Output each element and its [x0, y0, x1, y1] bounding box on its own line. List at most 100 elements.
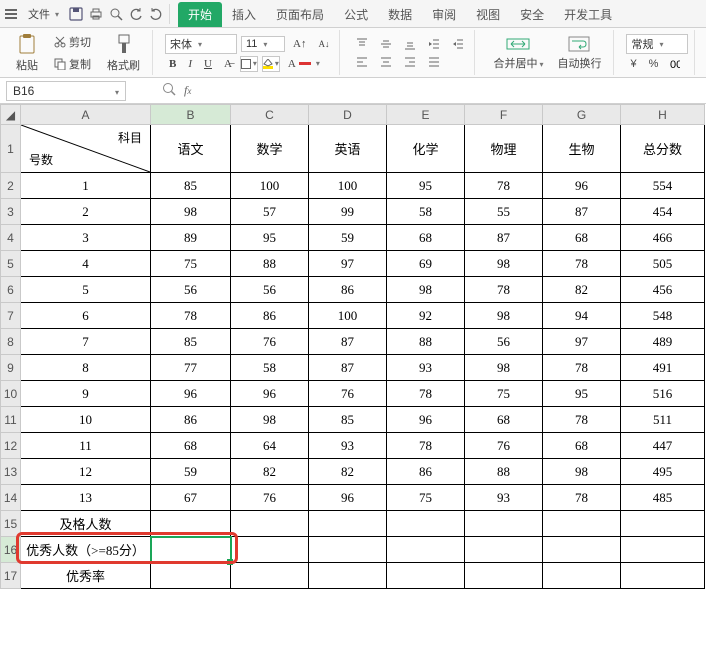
footer-label[interactable]: 及格人数 — [21, 511, 151, 537]
tab-插入[interactable]: 插入 — [222, 2, 266, 27]
row-header-3[interactable]: 3 — [1, 199, 21, 225]
data-cell[interactable]: 68 — [151, 433, 231, 459]
data-cell[interactable]: 98 — [465, 355, 543, 381]
data-cell[interactable]: 88 — [465, 459, 543, 485]
row-header-6[interactable]: 6 — [1, 277, 21, 303]
align-top-icon[interactable] — [352, 36, 372, 52]
row-header-11[interactable]: 11 — [1, 407, 21, 433]
data-cell[interactable]: 78 — [543, 251, 621, 277]
data-cell[interactable]: 56 — [231, 277, 309, 303]
id-cell[interactable]: 8 — [21, 355, 151, 381]
data-cell[interactable]: 98 — [465, 303, 543, 329]
row-header-12[interactable]: 12 — [1, 433, 21, 459]
footer-cell[interactable] — [309, 537, 387, 563]
data-cell[interactable]: 76 — [231, 485, 309, 511]
data-cell[interactable]: 78 — [543, 355, 621, 381]
data-cell[interactable]: 86 — [309, 277, 387, 303]
fill-color-button[interactable] — [262, 56, 280, 72]
data-cell[interactable]: 75 — [151, 251, 231, 277]
data-cell[interactable]: 87 — [309, 355, 387, 381]
data-cell[interactable]: 87 — [309, 329, 387, 355]
tab-页面布局[interactable]: 页面布局 — [266, 2, 334, 27]
data-cell[interactable]: 67 — [151, 485, 231, 511]
data-cell[interactable]: 95 — [231, 225, 309, 251]
data-cell[interactable]: 548 — [621, 303, 705, 329]
id-cell[interactable]: 11 — [21, 433, 151, 459]
cut-button[interactable]: 剪切 — [50, 32, 95, 52]
data-cell[interactable]: 64 — [231, 433, 309, 459]
data-cell[interactable]: 554 — [621, 173, 705, 199]
data-cell[interactable]: 78 — [387, 381, 465, 407]
data-cell[interactable]: 97 — [309, 251, 387, 277]
align-left-icon[interactable] — [352, 54, 372, 70]
data-cell[interactable]: 78 — [465, 277, 543, 303]
data-cell[interactable]: 76 — [231, 329, 309, 355]
data-cell[interactable]: 82 — [543, 277, 621, 303]
col-header-G[interactable]: G — [543, 105, 621, 125]
data-cell[interactable]: 57 — [231, 199, 309, 225]
row-header-2[interactable]: 2 — [1, 173, 21, 199]
footer-cell[interactable] — [465, 511, 543, 537]
comma-icon[interactable]: 000 — [666, 56, 684, 72]
number-format-select[interactable]: 常规 — [626, 34, 688, 54]
footer-cell[interactable] — [151, 537, 231, 563]
id-cell[interactable]: 12 — [21, 459, 151, 485]
col-header-E[interactable]: E — [387, 105, 465, 125]
footer-cell[interactable] — [231, 537, 309, 563]
bold-button[interactable]: B — [165, 56, 180, 72]
id-cell[interactable]: 2 — [21, 199, 151, 225]
footer-cell[interactable] — [387, 511, 465, 537]
data-cell[interactable]: 88 — [387, 329, 465, 355]
data-cell[interactable]: 58 — [387, 199, 465, 225]
select-all-corner[interactable]: ◢ — [1, 105, 21, 125]
data-cell[interactable]: 94 — [543, 303, 621, 329]
row-header-13[interactable]: 13 — [1, 459, 21, 485]
data-cell[interactable]: 85 — [151, 329, 231, 355]
data-cell[interactable]: 68 — [465, 407, 543, 433]
increase-indent-icon[interactable] — [448, 36, 468, 52]
data-cell[interactable]: 93 — [309, 433, 387, 459]
data-cell[interactable]: 454 — [621, 199, 705, 225]
data-cell[interactable]: 511 — [621, 407, 705, 433]
footer-cell[interactable] — [465, 563, 543, 589]
decrease-font-icon[interactable]: A↓ — [314, 37, 333, 51]
data-cell[interactable]: 55 — [465, 199, 543, 225]
footer-cell[interactable] — [621, 563, 705, 589]
undo-icon[interactable] — [129, 7, 143, 21]
data-cell[interactable]: 69 — [387, 251, 465, 277]
row-header-5[interactable]: 5 — [1, 251, 21, 277]
id-cell[interactable]: 5 — [21, 277, 151, 303]
id-cell[interactable]: 3 — [21, 225, 151, 251]
file-menu[interactable]: 文件 — [24, 4, 63, 24]
data-cell[interactable]: 78 — [543, 485, 621, 511]
data-cell[interactable]: 96 — [543, 173, 621, 199]
data-cell[interactable]: 85 — [309, 407, 387, 433]
data-cell[interactable]: 75 — [387, 485, 465, 511]
data-cell[interactable]: 87 — [465, 225, 543, 251]
data-cell[interactable]: 100 — [309, 173, 387, 199]
data-cell[interactable]: 88 — [231, 251, 309, 277]
footer-cell[interactable] — [621, 537, 705, 563]
data-cell[interactable]: 86 — [387, 459, 465, 485]
data-cell[interactable]: 82 — [231, 459, 309, 485]
id-cell[interactable]: 13 — [21, 485, 151, 511]
id-cell[interactable]: 10 — [21, 407, 151, 433]
data-cell[interactable]: 98 — [231, 407, 309, 433]
data-cell[interactable]: 495 — [621, 459, 705, 485]
id-cell[interactable]: 4 — [21, 251, 151, 277]
redo-icon[interactable] — [149, 7, 163, 21]
merge-center-button[interactable]: 合并居中 — [487, 35, 549, 71]
data-cell[interactable]: 98 — [543, 459, 621, 485]
save-icon[interactable] — [69, 7, 83, 21]
data-cell[interactable]: 99 — [309, 199, 387, 225]
name-box[interactable]: B16 — [6, 81, 126, 101]
align-right-icon[interactable] — [400, 54, 420, 70]
spreadsheet-grid[interactable]: ◢ABCDEFGH1科目号数语文数学英语化学物理生物总分数21851001009… — [0, 104, 706, 589]
increase-font-icon[interactable]: A↑ — [289, 36, 310, 52]
percent-icon[interactable]: % — [645, 56, 663, 72]
data-cell[interactable]: 95 — [543, 381, 621, 407]
data-cell[interactable]: 491 — [621, 355, 705, 381]
id-cell[interactable]: 1 — [21, 173, 151, 199]
data-cell[interactable]: 96 — [151, 381, 231, 407]
tab-视图[interactable]: 视图 — [466, 2, 510, 27]
